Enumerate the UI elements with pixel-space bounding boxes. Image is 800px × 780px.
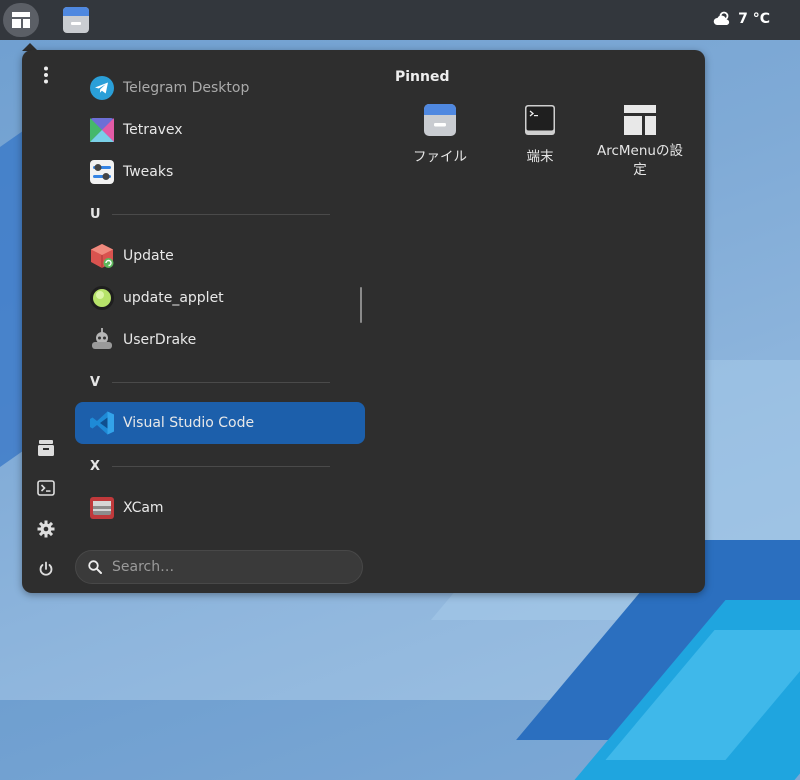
app-item-telegram-desktop[interactable]: Telegram Desktop xyxy=(75,67,365,109)
section-divider xyxy=(112,465,330,467)
arcmenu-popup: Telegram Desktop Tetravex Tweaks U Updat… xyxy=(22,50,705,593)
app-label: UserDrake xyxy=(123,332,197,348)
app-item-update-applet[interactable]: update_applet xyxy=(75,277,365,319)
gear-icon xyxy=(37,520,55,538)
tetravex-icon xyxy=(89,117,115,143)
app-label: Telegram Desktop xyxy=(123,80,250,96)
files-icon xyxy=(63,7,89,33)
pinned-title: Pinned xyxy=(395,69,450,85)
search-icon xyxy=(88,560,102,574)
telegram-icon xyxy=(89,75,115,101)
terminal-shortcut-button[interactable] xyxy=(34,476,58,500)
section-divider xyxy=(112,213,330,215)
cloud-sun-icon xyxy=(713,11,730,25)
app-item-tweaks[interactable]: Tweaks xyxy=(75,151,365,193)
tweaks-icon xyxy=(89,159,115,185)
search-input[interactable] xyxy=(110,558,344,576)
app-label: XCam xyxy=(123,500,164,516)
app-label: Visual Studio Code xyxy=(123,415,255,431)
files-icon xyxy=(420,100,460,140)
pinned-item-arcmenu-settings[interactable]: ArcMenuの設定 xyxy=(590,100,690,180)
terminal-icon xyxy=(520,100,560,140)
pinned-label: ArcMenuの設定 xyxy=(597,143,683,178)
section-header-u: U xyxy=(90,206,330,222)
arcmenu-icon xyxy=(12,12,30,28)
app-item-tetravex[interactable]: Tetravex xyxy=(75,109,365,151)
update-icon xyxy=(89,243,115,269)
pinned-label: ファイル xyxy=(413,149,467,165)
section-header-x: X xyxy=(90,458,330,474)
power-icon xyxy=(39,561,53,576)
vscode-icon xyxy=(89,410,115,436)
section-letter: V xyxy=(90,374,101,390)
app-item-visual-studio-code[interactable]: Visual Studio Code xyxy=(75,402,365,444)
files-shortcut-button[interactable] xyxy=(34,436,58,460)
arcmenu-settings-icon xyxy=(620,100,660,140)
section-letter: X xyxy=(90,458,101,474)
vertical-dots-icon xyxy=(44,66,48,84)
power-button[interactable] xyxy=(34,557,58,581)
top-panel: 7 °C xyxy=(0,0,800,40)
app-item-update[interactable]: Update xyxy=(75,235,365,277)
files-launcher[interactable] xyxy=(58,3,94,37)
app-label: update_applet xyxy=(123,290,224,306)
section-header-v: V xyxy=(90,374,330,390)
pinned-item-files[interactable]: ファイル xyxy=(390,100,490,167)
update-applet-icon xyxy=(89,285,115,311)
weather-temperature: 7 °C xyxy=(738,11,770,27)
settings-button[interactable] xyxy=(34,517,58,541)
more-options-button[interactable] xyxy=(34,63,58,87)
terminal-icon xyxy=(37,480,55,496)
weather-indicator[interactable]: 7 °C xyxy=(713,11,770,27)
pinned-item-terminal[interactable]: 端末 xyxy=(490,100,590,167)
app-label: Tetravex xyxy=(123,122,183,138)
app-item-userdrake[interactable]: UserDrake xyxy=(75,319,365,361)
pinned-label: 端末 xyxy=(526,149,554,165)
app-label: Update xyxy=(123,248,174,264)
app-list-scrollbar[interactable] xyxy=(360,287,362,323)
search-box[interactable] xyxy=(75,550,363,584)
section-divider xyxy=(112,381,330,383)
xcam-icon xyxy=(89,495,115,521)
app-label: Tweaks xyxy=(123,164,174,180)
app-item-xcam[interactable]: XCam xyxy=(75,487,365,529)
cabinet-icon xyxy=(38,440,54,456)
section-letter: U xyxy=(90,206,101,222)
userdrake-icon xyxy=(89,327,115,353)
arcmenu-button[interactable] xyxy=(3,3,39,37)
